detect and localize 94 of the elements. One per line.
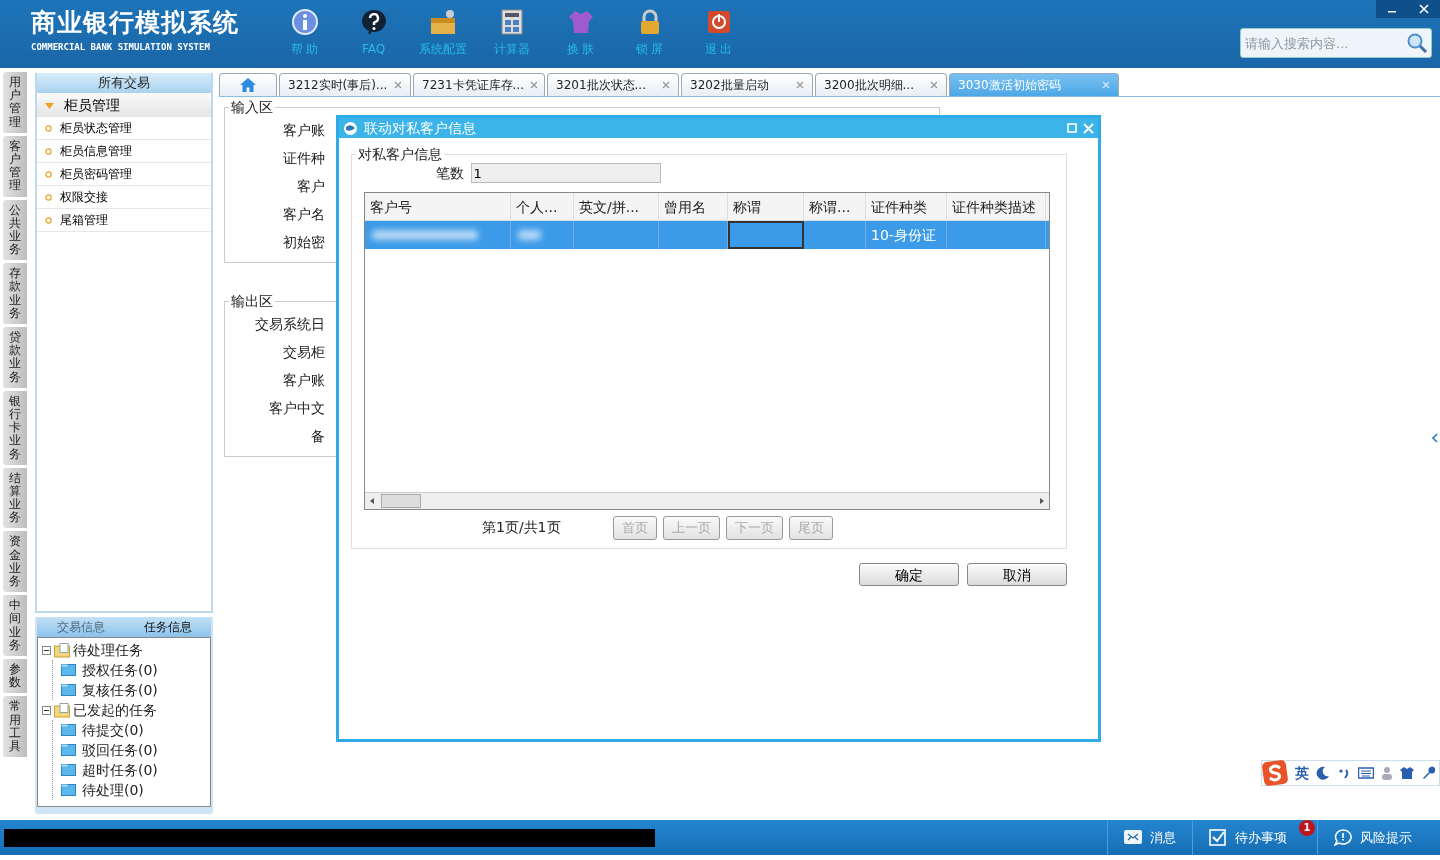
side-tab[interactable]: 结算业务: [3, 467, 27, 529]
menu-group[interactable]: 柜员管理: [37, 93, 211, 117]
panel-tab[interactable]: 交易信息: [37, 617, 124, 637]
page-tab[interactable]: 7231卡凭证库存...: [413, 73, 545, 96]
bullet-icon: [45, 170, 52, 178]
field-label: 证件种: [282, 148, 325, 168]
mail-icon: [1124, 828, 1142, 847]
panel-tab[interactable]: 任务信息: [124, 617, 211, 637]
tree-item[interactable]: 超时任务(0): [82, 759, 158, 781]
info-icon: [290, 8, 319, 36]
tree-item[interactable]: 已发起的任务: [73, 699, 157, 721]
folder-icon: [54, 702, 70, 718]
tree-item[interactable]: 授权任务(0): [82, 659, 158, 681]
collapse-handle-icon[interactable]: [1432, 433, 1438, 443]
tree-item[interactable]: 待处理(0): [82, 779, 144, 801]
collapse-icon[interactable]: [42, 705, 51, 715]
collapse-icon[interactable]: [42, 645, 51, 655]
speech-bubble-icon: [1334, 828, 1352, 847]
column-header[interactable]: 个人...: [511, 192, 574, 220]
home-tab[interactable]: [219, 73, 277, 96]
page-info: 第1页/共1页: [482, 518, 561, 538]
field-label: 交易柜: [282, 342, 325, 362]
side-tab[interactable]: 客户管理: [3, 135, 27, 197]
field-label: 客户名: [282, 204, 325, 224]
dialog-title: 联动对私客户信息: [364, 118, 477, 138]
side-tab[interactable]: 银行卡业务: [3, 390, 27, 465]
field-label: 客户: [296, 176, 325, 196]
column-header[interactable]: 英文/拼...: [574, 192, 659, 220]
bullet-icon: [45, 216, 52, 224]
search-field[interactable]: 请输入搜索内容...: [1240, 28, 1432, 58]
column-header[interactable]: 证件种类: [866, 192, 947, 220]
blurred-block: [518, 229, 541, 240]
section-title: 对私客户信息: [357, 146, 443, 163]
app-subtitle: COMMERCIAL BANK SIMULATION SYSTEM: [31, 41, 211, 54]
confirm-button[interactable]: 确定: [859, 562, 959, 586]
tree-item[interactable]: 待处理任务: [73, 639, 143, 661]
side-tab[interactable]: 用户管理: [3, 72, 27, 133]
section-title: 输入区: [230, 99, 274, 116]
folder-icon: [61, 763, 76, 777]
folder-icon: [61, 743, 76, 757]
bullet-icon: [45, 147, 52, 155]
page-tab[interactable]: 3202批量启动: [681, 73, 813, 96]
bullet-icon: [45, 124, 52, 132]
globe-icon: [343, 120, 358, 136]
field-label: 客户中文: [268, 398, 325, 418]
side-tab[interactable]: 中间业务: [3, 595, 27, 656]
field-label: 交易系统日: [254, 314, 325, 334]
folder-icon: [61, 663, 76, 677]
field-label: 笔数: [436, 163, 464, 183]
tree-item[interactable]: 驳回任务(0): [82, 739, 158, 761]
page-tab[interactable]: 3200批次明细...: [815, 73, 947, 96]
checkbox-icon: [1209, 828, 1227, 847]
status-button[interactable]: 消息: [1107, 820, 1192, 855]
column-header[interactable]: 称谓...: [804, 192, 866, 220]
column-header[interactable]: 客户号: [365, 192, 511, 220]
side-tab[interactable]: 贷款业务: [3, 327, 27, 388]
search-icon[interactable]: [1406, 32, 1428, 54]
page-tab[interactable]: 3201批次状态...: [547, 73, 679, 96]
horizontal-scrollbar[interactable]: [365, 491, 1049, 509]
column-header[interactable]: 曾用名: [659, 192, 728, 220]
field-label: 初始密: [282, 232, 325, 252]
field-label: 备: [310, 426, 325, 446]
caret-icon: [45, 100, 54, 110]
toolbox-icon: [428, 8, 457, 36]
status-button[interactable]: 待办事项 1: [1192, 820, 1317, 855]
section-title: 输出区: [230, 292, 274, 310]
field-label: 客户账: [282, 370, 325, 390]
field-label: 客户账: [282, 120, 325, 140]
side-tab[interactable]: 公共业务: [3, 199, 27, 261]
side-tab[interactable]: 存款业务: [3, 263, 27, 324]
question-icon: [359, 8, 388, 36]
folder-icon: [61, 683, 76, 697]
column-header[interactable]: 证件种类描述: [947, 192, 1046, 220]
count-field[interactable]: 1: [470, 163, 661, 184]
column-header[interactable]: 称谓: [728, 192, 804, 220]
folder-icon: [54, 642, 70, 658]
side-tab[interactable]: 资金业务: [3, 531, 27, 593]
bullet-icon: [45, 193, 52, 201]
scrollbar-thumb[interactable]: [381, 493, 421, 508]
home-icon: [239, 77, 257, 93]
tree-item[interactable]: 待提交(0): [82, 719, 144, 741]
tree-item[interactable]: 复核任务(0): [82, 679, 158, 701]
side-tab[interactable]: 常用工具: [3, 696, 27, 758]
panel-header: 所有交易: [37, 73, 211, 93]
cancel-button[interactable]: 取消: [967, 562, 1067, 586]
folder-icon: [61, 783, 76, 797]
app-title: 商业银行模拟系统: [31, 10, 240, 35]
status-button[interactable]: 风险提示: [1317, 820, 1440, 855]
folder-icon: [61, 723, 76, 737]
page-tab[interactable]: 3212实时(事后)...: [279, 73, 411, 96]
notification-badge: 1: [1299, 820, 1315, 836]
table-cell: 10-身份证: [866, 220, 947, 249]
focused-cell[interactable]: [728, 220, 804, 249]
side-tab[interactable]: 参数: [3, 658, 27, 694]
